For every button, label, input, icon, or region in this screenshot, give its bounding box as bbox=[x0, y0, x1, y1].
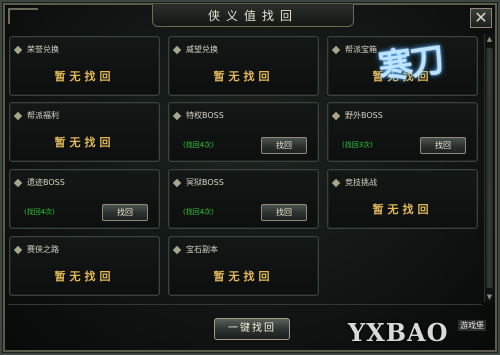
card-ruins-boss: 遗迹BOSS (找回4次) 找回 bbox=[9, 169, 160, 229]
card-guild-welfare: 帮派福利 暂无找回 bbox=[9, 102, 160, 162]
recovery-count: (找回4次) bbox=[24, 208, 55, 216]
card-privilege-boss: 特权BOSS (找回4次) 找回 bbox=[168, 102, 319, 162]
diamond-icon bbox=[331, 178, 341, 188]
watermark-text: YXBAO bbox=[348, 318, 449, 347]
card-title: 特权BOSS bbox=[186, 111, 224, 120]
site-watermark: YXBAO 游戏堡 bbox=[348, 314, 498, 354]
scroll-up-arrow-icon[interactable]: ▲ bbox=[485, 34, 494, 44]
no-recovery-status: 暂无找回 bbox=[213, 70, 274, 83]
card-arena-challenge: 竞技挑战 暂无找回 bbox=[327, 169, 478, 229]
diamond-icon bbox=[172, 45, 182, 55]
card-field-boss: 野外BOSS (找回3次) 找回 bbox=[327, 102, 478, 162]
card-hero-road: 赛侠之路 暂无找回 bbox=[9, 236, 160, 296]
logo-text: 寒刀 bbox=[376, 39, 445, 89]
diamond-icon bbox=[172, 178, 182, 188]
retrieve-button[interactable]: 找回 bbox=[261, 204, 307, 221]
card-title: 赛侠之路 bbox=[27, 245, 59, 254]
no-recovery-status: 暂无找回 bbox=[213, 270, 274, 283]
diamond-icon bbox=[13, 178, 23, 188]
card-title: 威望兑换 bbox=[186, 45, 218, 54]
card-gem-dungeon: 宝石副本 暂无找回 bbox=[168, 236, 319, 296]
retrieve-button[interactable]: 找回 bbox=[420, 137, 466, 154]
diamond-icon bbox=[13, 45, 23, 55]
recovery-window: 侠义值找回 ✕ 荣誉兑换 暂无找回 威望兑换 暂无找回 帮派宝箱 暂无找回 帮派… bbox=[0, 0, 500, 355]
close-button[interactable]: ✕ bbox=[470, 8, 492, 28]
no-recovery-status: 暂无找回 bbox=[54, 136, 115, 149]
no-recovery-status: 暂无找回 bbox=[372, 203, 433, 216]
card-title: 竞技挑战 bbox=[345, 178, 377, 187]
scroll-down-arrow-icon[interactable]: ▼ bbox=[485, 292, 494, 302]
card-prestige-exchange: 威望兑换 暂无找回 bbox=[168, 36, 319, 96]
no-recovery-status: 暂无找回 bbox=[54, 270, 115, 283]
card-honor-exchange: 荣誉兑换 暂无找回 bbox=[9, 36, 160, 96]
diamond-icon bbox=[13, 111, 23, 121]
retrieve-button[interactable]: 找回 bbox=[261, 137, 307, 154]
diamond-icon bbox=[13, 245, 23, 255]
diamond-icon bbox=[331, 45, 341, 55]
diamond-icon bbox=[172, 111, 182, 121]
recovery-count: (找回4次) bbox=[183, 141, 214, 149]
card-title: 遗迹BOSS bbox=[27, 178, 65, 187]
recovery-count: (找回4次) bbox=[183, 208, 214, 216]
corner-ornament bbox=[8, 8, 38, 24]
card-netherworld-boss: 冥狱BOSS (找回4次) 找回 bbox=[168, 169, 319, 229]
footer-divider bbox=[8, 304, 482, 305]
card-title: 野外BOSS bbox=[345, 111, 383, 120]
card-title: 帮派福利 bbox=[27, 111, 59, 120]
game-logo: 寒刀 bbox=[364, 26, 474, 110]
card-title: 荣誉兑换 bbox=[27, 45, 59, 54]
one-key-retrieve-button[interactable]: 一键找回 bbox=[214, 318, 290, 340]
diamond-icon bbox=[172, 245, 182, 255]
title-bar: 侠义值找回 bbox=[152, 4, 354, 27]
watermark-sub: 游戏堡 bbox=[458, 320, 486, 331]
scrollbar[interactable]: ▲ ▼ bbox=[484, 34, 494, 302]
diamond-icon bbox=[331, 111, 341, 121]
window-title: 侠义值找回 bbox=[207, 9, 298, 23]
scroll-thumb[interactable] bbox=[486, 48, 493, 288]
card-title: 宝石副本 bbox=[186, 245, 218, 254]
no-recovery-status: 暂无找回 bbox=[54, 70, 115, 83]
recovery-count: (找回3次) bbox=[342, 141, 373, 149]
card-title: 冥狱BOSS bbox=[186, 178, 224, 187]
retrieve-button[interactable]: 找回 bbox=[102, 204, 148, 221]
